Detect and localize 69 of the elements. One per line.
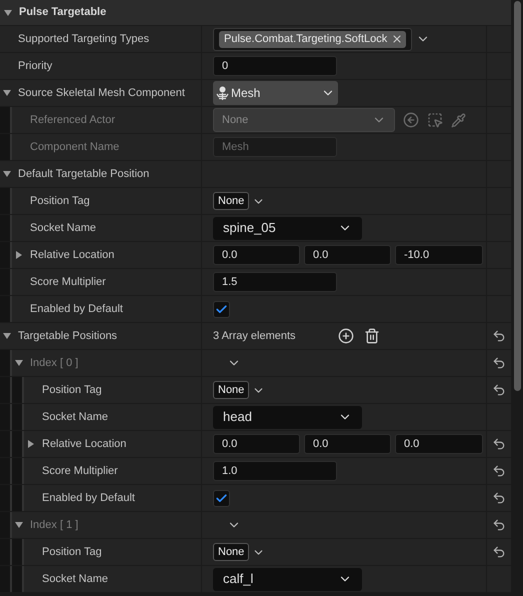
- property-label: Relative Location: [42, 436, 126, 452]
- array-count: 3 Array elements: [213, 328, 297, 344]
- property-label: Position Tag: [42, 544, 102, 560]
- tag-dropdown[interactable]: None: [213, 381, 250, 399]
- reset-icon[interactable]: [492, 329, 506, 343]
- vector-field[interactable]: -10.0: [395, 245, 483, 265]
- property-label: Component Name: [30, 140, 120, 155]
- close-icon[interactable]: [391, 33, 404, 45]
- vector-field[interactable]: 0.0: [395, 434, 483, 454]
- tag-dropdown[interactable]: None: [213, 192, 250, 210]
- reset-icon[interactable]: [492, 464, 506, 478]
- check-icon: [215, 302, 228, 316]
- socket-dropdown[interactable]: spine_05: [213, 216, 362, 240]
- collapse-arrow-icon[interactable]: [2, 331, 12, 341]
- property-label: Enabled by Default: [30, 302, 123, 317]
- expand-arrow-icon[interactable]: [26, 439, 36, 449]
- vector-field[interactable]: 0.0: [213, 434, 300, 454]
- reset-icon[interactable]: [492, 437, 506, 451]
- collapse-arrow-icon[interactable]: [2, 88, 12, 98]
- category-header[interactable]: Pulse Targetable: [0, 0, 511, 26]
- vector-field[interactable]: 0.0: [304, 245, 391, 265]
- property-label: Socket Name: [42, 572, 108, 587]
- reset-icon[interactable]: [492, 545, 506, 559]
- property-label: Index [ 1 ]: [30, 518, 78, 533]
- skeleton-icon: [216, 86, 229, 100]
- add-icon[interactable]: [338, 328, 354, 344]
- number-field[interactable]: 1.5: [213, 272, 337, 292]
- collapse-arrow-icon[interactable]: [3, 8, 13, 18]
- number-field[interactable]: 1.0: [213, 461, 337, 481]
- collapse-arrow-icon[interactable]: [14, 520, 24, 530]
- category-title: Pulse Targetable: [19, 5, 106, 20]
- component-dropdown[interactable]: Mesh: [213, 81, 338, 105]
- property-label: Enabled by Default: [42, 490, 135, 506]
- property-label: Priority: [18, 58, 52, 74]
- property-label: Source Skeletal Mesh Component: [18, 86, 185, 101]
- property-label: Index [ 0 ]: [30, 356, 78, 371]
- property-label: Referenced Actor: [30, 112, 115, 128]
- number-field[interactable]: 0: [213, 56, 337, 76]
- tag-dropdown[interactable]: None: [213, 543, 250, 561]
- socket-dropdown[interactable]: calf_l: [213, 568, 362, 590]
- trash-icon[interactable]: [364, 328, 380, 344]
- property-label: Relative Location: [30, 248, 114, 263]
- reset-icon[interactable]: [492, 518, 506, 532]
- vector-field[interactable]: 0.0: [304, 434, 391, 454]
- pointer-select-icon[interactable]: [427, 112, 443, 128]
- property-label: Position Tag: [42, 382, 102, 398]
- property-label: Score Multiplier: [30, 274, 106, 290]
- tag-chip[interactable]: Pulse.Combat.Targeting.SoftLock: [219, 30, 406, 48]
- checkbox[interactable]: [213, 300, 230, 318]
- property-label: Score Multiplier: [42, 464, 118, 479]
- collapse-arrow-icon[interactable]: [14, 358, 24, 368]
- property-label: Targetable Positions: [18, 328, 118, 344]
- property-label: Default Targetable Position: [18, 166, 150, 182]
- reset-icon[interactable]: [492, 356, 506, 370]
- property-label: Supported Targeting Types: [18, 32, 150, 47]
- collapse-arrow-icon[interactable]: [2, 169, 12, 179]
- property-label: Position Tag: [30, 194, 90, 209]
- check-icon: [215, 492, 228, 504]
- scrollbar-thumb[interactable]: [514, 1, 520, 391]
- checkbox[interactable]: [213, 490, 230, 506]
- arrow-left-icon[interactable]: [403, 112, 419, 128]
- eyedropper-icon[interactable]: [451, 112, 466, 128]
- socket-dropdown[interactable]: head: [213, 406, 362, 428]
- vector-field[interactable]: 0.0: [213, 245, 300, 265]
- property-label: Socket Name: [42, 410, 108, 425]
- property-label: Socket Name: [30, 220, 96, 236]
- expand-arrow-icon[interactable]: [14, 250, 24, 260]
- reset-icon[interactable]: [492, 383, 506, 397]
- reset-icon[interactable]: [492, 491, 506, 505]
